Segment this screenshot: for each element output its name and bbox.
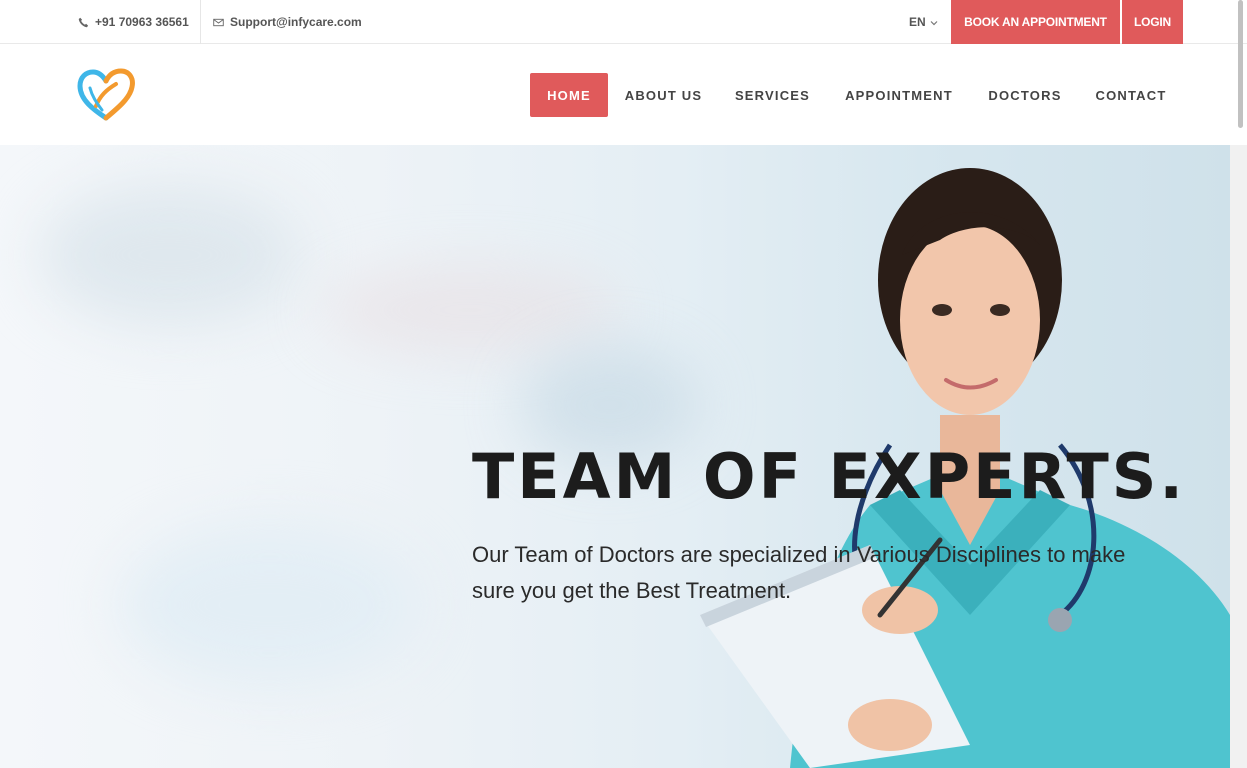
- language-label: EN: [909, 15, 926, 29]
- scrollbar-thumb[interactable]: [1238, 0, 1243, 128]
- email-contact[interactable]: Support@infycare.com: [213, 0, 362, 44]
- page-scrollbar[interactable]: [1230, 145, 1247, 768]
- heart-logo-icon[interactable]: [76, 66, 138, 124]
- nav-contact[interactable]: CONTACT: [1088, 73, 1174, 117]
- top-bar: +91 70963 36561 Support@infycare.com EN …: [0, 0, 1247, 44]
- hero-subtitle: Our Team of Doctors are specialized in V…: [472, 542, 1126, 603]
- hero-bg-blur: [40, 185, 300, 325]
- book-appointment-button[interactable]: BOOK AN APPOINTMENT: [951, 0, 1120, 44]
- hero-bg-blur: [320, 265, 620, 355]
- nav-services[interactable]: SERVICES: [728, 73, 817, 117]
- nav-doctors[interactable]: DOCTORS: [981, 73, 1069, 117]
- nav-appointment[interactable]: APPOINTMENT: [836, 73, 962, 117]
- email-address: Support@infycare.com: [230, 15, 362, 29]
- main-header: HOME ABOUT US SERVICES APPOINTMENT DOCTO…: [0, 45, 1247, 145]
- nav-home[interactable]: HOME: [530, 73, 608, 117]
- chevron-down-icon: [930, 15, 938, 29]
- phone-icon: [78, 17, 89, 28]
- hero-title: TEAM OF EXPERTS.: [472, 440, 1186, 513]
- hero-bg-blur: [120, 525, 420, 685]
- nav-about-us[interactable]: ABOUT US: [617, 73, 710, 117]
- phone-number: +91 70963 36561: [95, 15, 189, 29]
- hero-banner: TEAM OF EXPERTS. Our Team of Doctors are…: [0, 145, 1230, 768]
- mail-icon: [213, 17, 224, 28]
- topbar-divider: [200, 0, 201, 44]
- login-button[interactable]: LOGIN: [1122, 0, 1183, 44]
- language-selector[interactable]: EN: [909, 0, 938, 44]
- phone-contact[interactable]: +91 70963 36561: [78, 0, 189, 44]
